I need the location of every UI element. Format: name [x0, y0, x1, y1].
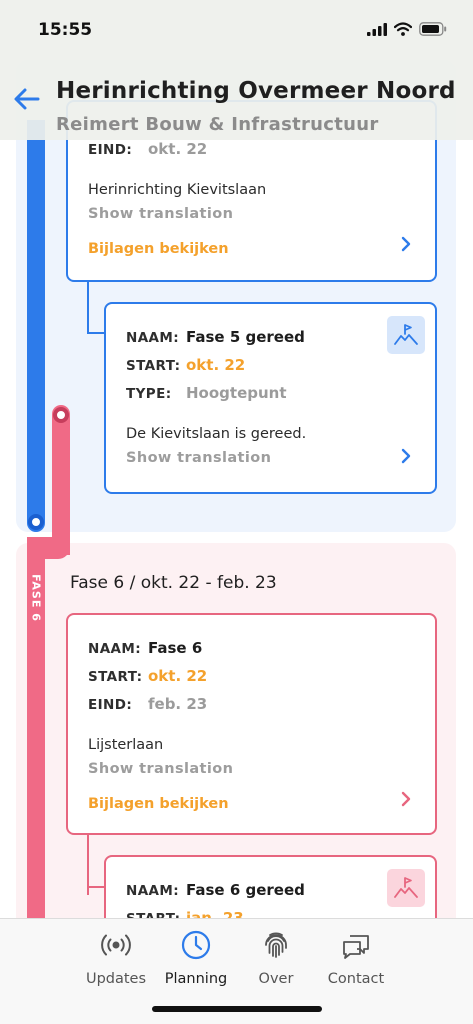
naam-row: NAAM: Fase 5 gereed: [126, 328, 305, 346]
back-arrow-icon[interactable]: [12, 84, 42, 114]
naam-label: NAAM:: [126, 883, 180, 899]
card-description: Herinrichting Kievitslaan: [88, 182, 267, 198]
wifi-icon: [394, 22, 412, 36]
tab-contact-label: Contact: [327, 971, 385, 987]
eind-label: EIND:: [88, 142, 133, 158]
tab-contact[interactable]: Contact: [311, 929, 401, 987]
milestone-description: De Kievitslaan is gereed.: [126, 426, 307, 442]
show-translation-link[interactable]: Show translation: [88, 206, 233, 222]
connector-line: [87, 332, 105, 334]
flag-mountain-icon: [387, 869, 425, 907]
chevron-right-icon[interactable]: [398, 236, 414, 252]
broadcast-icon: [101, 934, 131, 956]
connector-line: [87, 282, 89, 334]
fingerprint-icon: [265, 932, 287, 958]
type-value: Hoogtepunt: [186, 384, 287, 402]
eind-value: okt. 22: [148, 140, 208, 158]
status-time: 15:55: [38, 20, 93, 40]
card-description: Lijsterlaan: [88, 737, 164, 753]
page-subtitle: Reimert Bouw & Infrastructuur: [56, 114, 379, 135]
timeline-bar-phase-6-start: [52, 405, 70, 555]
tab-updates-label: Updates: [85, 971, 147, 987]
timeline-node-phase-5-end: [28, 514, 44, 530]
start-label: START:: [88, 669, 143, 685]
start-row: START: okt. 22: [88, 667, 207, 685]
start-label: START:: [126, 358, 181, 374]
chevron-right-icon[interactable]: [398, 791, 414, 807]
timeline-bar-phase-5: [27, 120, 45, 532]
view-attachments-link[interactable]: Bijlagen bekijken: [88, 241, 229, 257]
naam-value: Fase 6: [148, 639, 203, 657]
start-label: START:: [126, 911, 186, 918]
flag-mountain-icon: [387, 316, 425, 354]
start-value: okt. 22: [186, 356, 246, 374]
connector-line: [87, 886, 105, 888]
type-label: TYPE:: [126, 386, 172, 402]
naam-label: NAAM:: [126, 330, 180, 346]
tab-planning[interactable]: Planning: [151, 929, 241, 987]
phase-6-milestone-card[interactable]: NAAM: Fase 6 gereed START: jan. 23: [104, 855, 437, 918]
eind-row: EIND: feb. 23: [88, 695, 207, 713]
phase-5-milestone-card[interactable]: NAAM: Fase 5 gereed START: okt. 22 TYPE:…: [104, 302, 437, 494]
status-bar: 15:55: [0, 0, 473, 60]
naam-value: Fase 6 gereed: [186, 881, 305, 899]
phase-heading: Fase 6 / okt. 22 - feb. 23: [70, 573, 277, 593]
start-value: jan. 23: [186, 909, 244, 918]
chevron-right-icon[interactable]: [398, 448, 414, 464]
page-title: Herinrichting Overmeer Noord: [56, 78, 456, 104]
tab-planning-label: Planning: [164, 971, 228, 987]
start-value: okt. 22: [148, 667, 208, 685]
tab-updates[interactable]: Updates: [71, 929, 161, 987]
cellular-signal-icon: [367, 22, 387, 36]
naam-row: NAAM: Fase 6: [88, 639, 202, 657]
eind-label: EIND:: [88, 697, 133, 713]
start-row: START: okt. 22: [126, 356, 245, 374]
phase-6-card[interactable]: NAAM: Fase 6 START: okt. 22 EIND: feb. 2…: [66, 613, 437, 835]
phase-side-label: FASE 6: [29, 574, 43, 622]
show-translation-link[interactable]: Show translation: [88, 761, 233, 777]
clock-icon: [181, 930, 211, 960]
naam-value: Fase 5 gereed: [186, 328, 305, 346]
show-translation-link[interactable]: Show translation: [126, 450, 271, 466]
naam-label: NAAM:: [88, 641, 142, 657]
battery-icon: [419, 22, 447, 36]
timeline-node-phase-6: [53, 407, 69, 423]
view-attachments-link[interactable]: Bijlagen bekijken: [88, 796, 229, 812]
start-row: START: jan. 23: [126, 909, 244, 918]
tab-over[interactable]: Over: [231, 929, 321, 987]
type-row: TYPE: Hoogtepunt: [126, 384, 287, 402]
status-icons: [367, 22, 447, 36]
eind-value: feb. 23: [148, 695, 208, 713]
home-indicator[interactable]: [152, 1006, 322, 1012]
tab-over-label: Over: [258, 971, 294, 987]
naam-row: NAAM: Fase 6 gereed: [126, 881, 305, 899]
chat-icon: [343, 935, 369, 959]
eind-row: EIND: okt. 22: [88, 140, 207, 158]
